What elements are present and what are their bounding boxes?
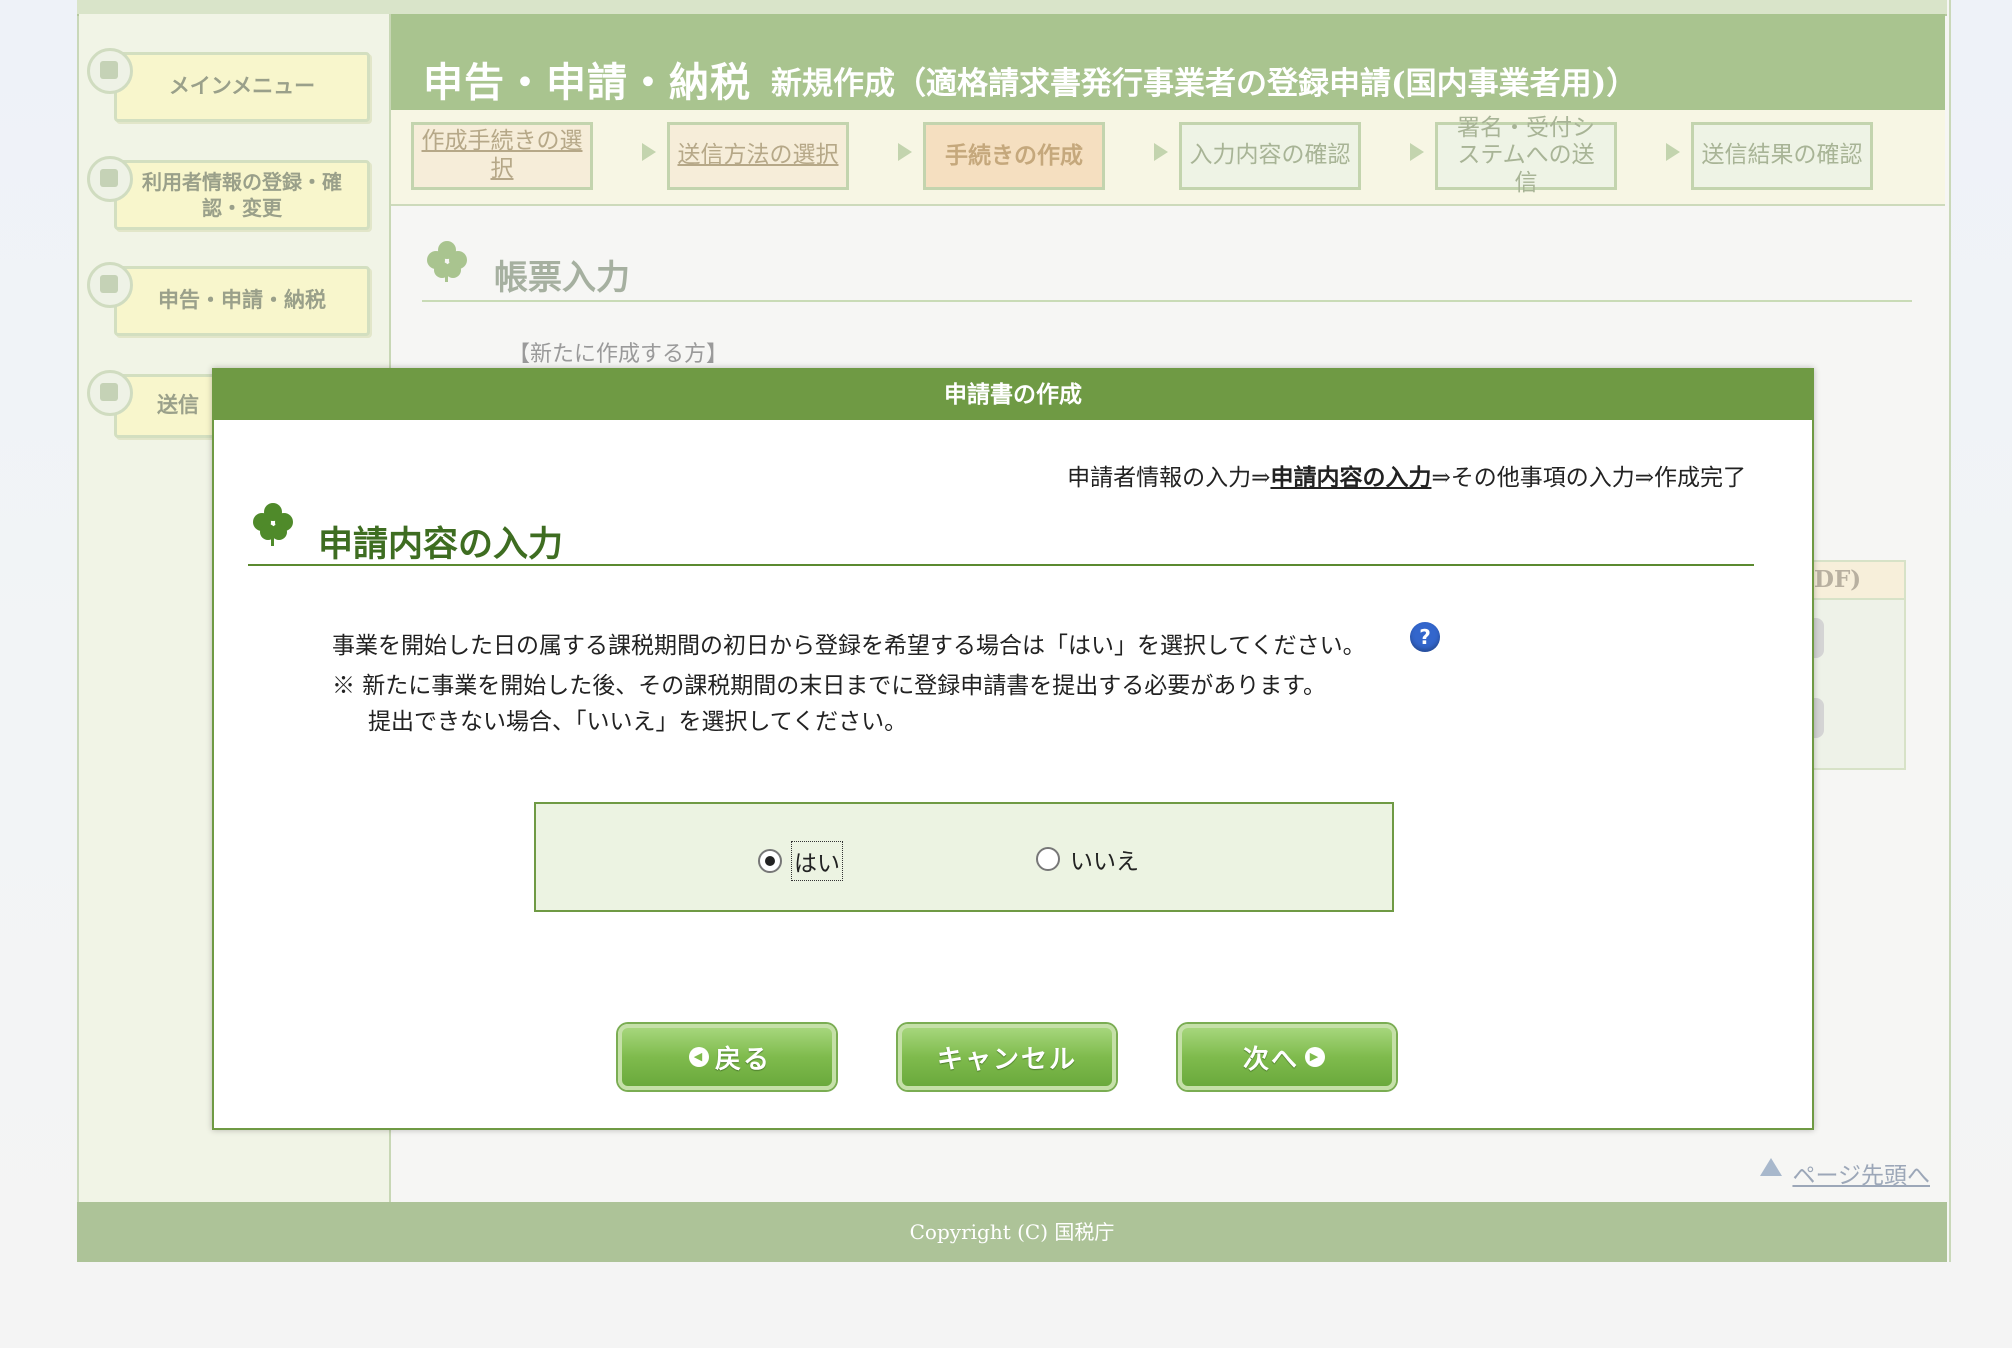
clover-icon (253, 503, 293, 546)
crumb-current: 申請内容の入力 (1270, 464, 1432, 491)
step-label: 手続きの作成 (945, 142, 1083, 170)
note-line-2: 提出できない場合、「いいえ」を選択してください。 (368, 709, 908, 735)
sidebar-item-user-info[interactable]: 利用者情報の登録・確認・変更 (114, 160, 370, 230)
footer: Copyright (C) 国税庁 (77, 1202, 1947, 1262)
step-arrow-icon (642, 143, 656, 161)
step-select-procedure[interactable]: 作成手続きの選択 (411, 122, 593, 190)
document-icon (87, 262, 133, 308)
section-title: 帳票入力 (494, 258, 630, 298)
dialog-title: 申請書の作成 (214, 370, 1812, 420)
step-label: 署名・受付システムへの送信 (1457, 114, 1595, 196)
home-icon (87, 48, 133, 94)
radio-button-checked[interactable] (758, 849, 782, 873)
help-icon[interactable]: ? (1410, 622, 1440, 652)
step-create-procedure: 手続きの作成 (923, 122, 1105, 190)
sidebar-item-label: 利用者情報の登録・確認・変更 (142, 170, 342, 220)
note-text: ※ 新たに事業を開始した後、その課税期間の末日までに登録申請書を提出する必要があ… (332, 668, 1326, 740)
step-confirm-input: 入力内容の確認 (1179, 122, 1361, 190)
radio-label[interactable]: いいえ (1070, 842, 1139, 876)
crumb-prefix: 申請者情報の入力⇒ (1067, 465, 1271, 491)
question-text: 事業を開始した日の属する課税期間の初日から登録を希望する場合は「はい」を選択して… (332, 633, 1366, 659)
step-label: 作成手続きの選択 (421, 128, 583, 182)
step-confirm-result: 送信結果の確認 (1691, 122, 1873, 190)
section-header: 帳票入力 (422, 234, 1912, 302)
page-title: 申告・申請・納税 (423, 59, 751, 106)
radio-option-no[interactable]: いいえ (1036, 842, 1139, 876)
application-dialog: 申請書の作成 申請者情報の入力⇒申請内容の入力⇒その他事項の入力⇒作成完了 申請… (212, 368, 1814, 1130)
cancel-button-label: キャンセル (936, 1044, 1077, 1075)
dialog-heading: 申請内容の入力 (318, 524, 564, 565)
arrow-left-icon: ◀ (688, 1047, 709, 1067)
step-arrow-icon (1154, 143, 1168, 161)
next-button[interactable]: 次へ ▶ (1178, 1024, 1396, 1090)
step-arrow-icon (1410, 143, 1424, 161)
sidebar-item-main-menu[interactable]: メインメニュー (114, 52, 370, 122)
sidebar-item-label: メインメニュー (168, 74, 316, 99)
page-top-link[interactable]: ページ先頭へ (1792, 1156, 1930, 1190)
radio-label[interactable]: はい (791, 841, 843, 881)
arrow-right-icon: ▶ (1305, 1047, 1325, 1067)
step-label: 入力内容の確認 (1189, 142, 1351, 169)
back-button-label: 戻る (714, 1044, 771, 1075)
radio-group: はい いいえ (534, 802, 1394, 912)
clover-icon (427, 241, 467, 282)
content-header: 申告・申請・納税 新規作成（適格請求書発行事業者の登録申請(国内事業者用)） (391, 14, 1945, 110)
form-list-panel: DF) (1808, 560, 1906, 770)
radio-option-yes[interactable]: はい (758, 841, 843, 881)
send-icon (87, 370, 133, 416)
step-arrow-icon (898, 143, 912, 161)
user-settings-icon (87, 156, 133, 202)
crumb-suffix: ⇒その他事項の入力⇒作成完了 (1431, 465, 1746, 491)
sidebar-item-label: 申告・申請・納税 (158, 288, 326, 313)
step-navigation: 作成手続きの選択 送信方法の選択 手続きの作成 入力内容の確認 署名・受付システ… (391, 110, 1945, 206)
dialog-breadcrumb: 申請者情報の入力⇒申請内容の入力⇒その他事項の入力⇒作成完了 (1067, 458, 1746, 492)
note-line-1: ※ 新たに事業を開始した後、その課税期間の末日までに登録申請書を提出する必要があ… (332, 673, 1327, 699)
new-creation-label: 【新たに作成する方】 (508, 342, 729, 367)
sidebar-item-declaration[interactable]: 申告・申請・納税 (114, 266, 370, 336)
arrow-up-icon (1760, 1158, 1782, 1176)
step-select-send-method[interactable]: 送信方法の選択 (667, 122, 849, 190)
step-label: 送信結果の確認 (1701, 142, 1863, 169)
page-subtitle: 新規作成（適格請求書発行事業者の登録申請(国内事業者用)） (771, 66, 1638, 102)
step-arrow-icon (1666, 143, 1680, 161)
step-label: 送信方法の選択 (677, 142, 839, 169)
back-button[interactable]: ◀ 戻る (618, 1024, 836, 1090)
step-sign-and-send: 署名・受付システムへの送信 (1435, 115, 1617, 196)
cancel-button[interactable]: キャンセル (898, 1024, 1116, 1090)
radio-button[interactable] (1036, 847, 1060, 871)
next-button-label: 次へ (1242, 1044, 1299, 1075)
dialog-section-header: 申請内容の入力 (248, 503, 1754, 566)
sidebar-item-label: 送信 (157, 393, 199, 418)
panel-header: DF) (1810, 562, 1904, 600)
